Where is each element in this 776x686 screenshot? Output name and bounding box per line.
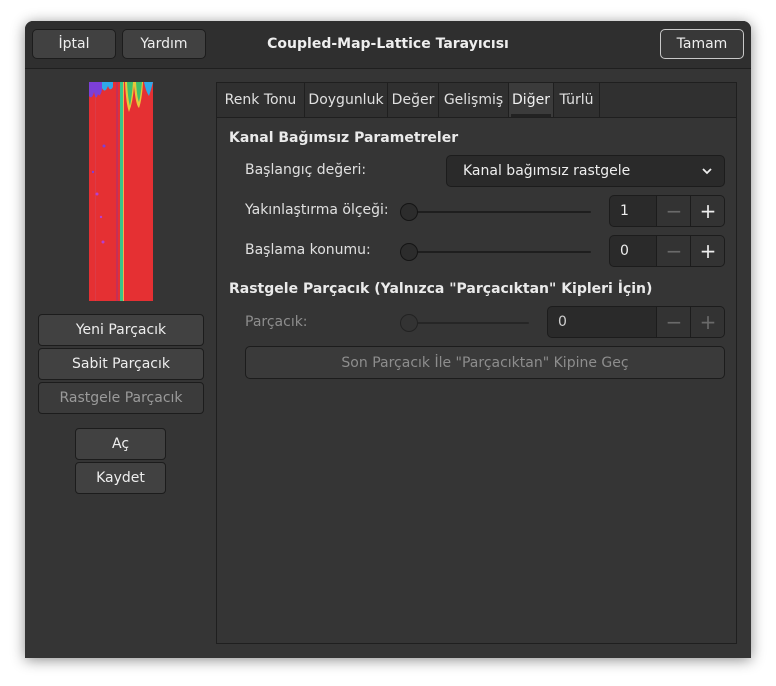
- tab-advanced[interactable]: Gelişmiş: [438, 83, 508, 117]
- minus-icon[interactable]: −: [656, 196, 691, 226]
- plus-icon[interactable]: +: [690, 307, 724, 337]
- pattern-preview: [89, 82, 153, 301]
- start-position-spinbutton[interactable]: 0 − +: [609, 235, 725, 267]
- zoom-scale-label: Yakınlaştırma ölçeği:: [245, 202, 389, 218]
- slider-handle[interactable]: [400, 314, 418, 332]
- zoom-scale-spinbutton[interactable]: 1 − +: [609, 195, 725, 227]
- open-button[interactable]: Aç: [75, 428, 166, 460]
- cancel-button[interactable]: İptal: [32, 29, 116, 59]
- tab-misc[interactable]: Türlü: [553, 83, 600, 117]
- header-bar: İptal Yardım Coupled-Map-Lattice Tarayıc…: [25, 21, 751, 69]
- help-button[interactable]: Yardım: [122, 29, 206, 59]
- slider-track: [400, 322, 529, 324]
- initial-value-label: Başlangıç değeri:: [245, 162, 367, 178]
- plus-icon[interactable]: +: [690, 196, 724, 226]
- zoom-scale-slider[interactable]: [400, 202, 591, 222]
- plus-icon[interactable]: +: [690, 236, 724, 266]
- seed-slider[interactable]: [400, 313, 529, 333]
- preview-image: [89, 82, 153, 301]
- dialog-window: İptal Yardım Coupled-Map-Lattice Tarayıc…: [25, 21, 751, 658]
- switch-to-seed-mode-button[interactable]: Son Parçacık İle "Parçacıktan" Kipine Ge…: [245, 346, 725, 379]
- slider-track: [400, 251, 591, 253]
- start-position-value[interactable]: 0: [620, 236, 629, 266]
- chevron-down-icon: [702, 168, 712, 175]
- slider-handle[interactable]: [400, 203, 418, 221]
- start-position-label: Başlama konumu:: [245, 242, 371, 258]
- minus-icon[interactable]: −: [656, 236, 691, 266]
- random-seed-heading: Rastgele Parçacık (Yalnızca "Parçacıktan…: [229, 281, 653, 297]
- settings-notebook: Renk Tonu Doygunluk Değer Gelişmiş Diğer…: [216, 82, 737, 644]
- tab-other[interactable]: Diğer: [508, 83, 553, 117]
- tab-hue[interactable]: Renk Tonu: [217, 83, 304, 117]
- start-position-slider[interactable]: [400, 242, 591, 262]
- initial-value-selected: Kanal bağımsız rastgele: [463, 163, 631, 179]
- slider-handle[interactable]: [400, 243, 418, 261]
- new-seed-button[interactable]: Yeni Parçacık: [38, 314, 204, 346]
- channel-independent-heading: Kanal Bağımsız Parametreler: [229, 130, 459, 146]
- minus-icon[interactable]: −: [656, 307, 691, 337]
- zoom-scale-value[interactable]: 1: [620, 196, 629, 226]
- save-button[interactable]: Kaydet: [75, 462, 166, 494]
- tab-saturation[interactable]: Doygunluk: [304, 83, 387, 117]
- seed-label: Parçacık:: [245, 314, 308, 330]
- seed-spinbutton[interactable]: 0 − +: [547, 306, 725, 338]
- ok-button[interactable]: Tamam: [660, 29, 744, 59]
- dialog-title: Coupled-Map-Lattice Tarayıcısı: [267, 36, 509, 52]
- tab-value[interactable]: Değer: [387, 83, 438, 117]
- slider-track: [400, 211, 591, 213]
- seed-value[interactable]: 0: [558, 307, 567, 337]
- tab-bar: Renk Tonu Doygunluk Değer Gelişmiş Diğer…: [217, 83, 736, 118]
- fixed-seed-button[interactable]: Sabit Parçacık: [38, 348, 204, 380]
- random-seed-button[interactable]: Rastgele Parçacık: [38, 382, 204, 414]
- initial-value-dropdown[interactable]: Kanal bağımsız rastgele: [446, 155, 725, 187]
